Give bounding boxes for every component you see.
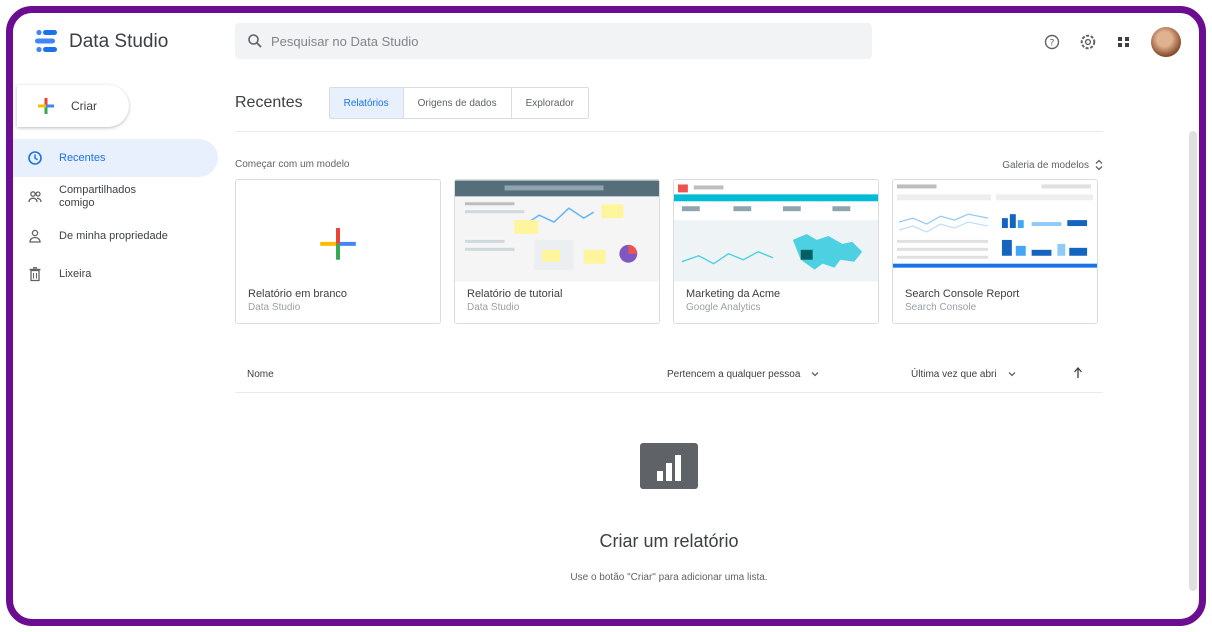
tab-relatorios[interactable]: Relatórios: [329, 88, 404, 118]
apps-grid-icon[interactable]: [1115, 33, 1133, 51]
create-button[interactable]: Criar: [17, 85, 129, 127]
acme-thumbnail: [674, 180, 878, 282]
templates-header: Começar com um modelo Galeria de modelos: [235, 159, 1103, 171]
app-title: Data Studio: [69, 31, 169, 52]
template-card-blank[interactable]: Relatório em branco Data Studio: [235, 179, 441, 324]
tutorial-thumbnail: [455, 180, 659, 282]
template-title: Relatório em branco: [248, 288, 348, 300]
settings-icon[interactable]: [1079, 33, 1097, 51]
template-title: Relatório de tutorial: [467, 288, 563, 300]
template-title: Marketing da Acme: [686, 288, 781, 300]
owner-filter-dropdown[interactable]: Pertencem a qualquer pessoa: [667, 369, 820, 380]
template-subtitle: Data Studio: [248, 302, 301, 313]
app-frame: Data Studio ?: [6, 6, 1206, 626]
create-label: Criar: [71, 99, 97, 113]
sidebar-item-label: Recentes: [59, 151, 106, 164]
search-console-thumbnail: [893, 180, 1097, 282]
section-title: Recentes: [235, 94, 303, 111]
last-opened-label: Última vez que abri: [911, 369, 997, 380]
report-list-header: Nome Pertencem a qualquer pessoa Última …: [235, 359, 1103, 393]
template-card-tutorial[interactable]: Relatório de tutorial Data Studio: [454, 179, 660, 324]
top-right-icons: ?: [1043, 27, 1181, 57]
sort-direction-icon[interactable]: [1073, 367, 1083, 382]
template-gallery-label: Galeria de modelos: [1002, 159, 1089, 171]
empty-state-title: Criar um relatório: [599, 531, 739, 551]
tab-origens-de-dados[interactable]: Origens de dados: [404, 88, 512, 118]
start-with-template-label: Começar com um modelo: [235, 159, 350, 170]
unfold-icon: [1095, 159, 1103, 171]
tab-explorador[interactable]: Explorador: [512, 88, 588, 118]
column-name[interactable]: Nome: [247, 369, 274, 380]
chevron-down-icon: [1008, 372, 1016, 377]
tab-group: Relatórios Origens de dados Explorador: [328, 87, 589, 119]
scrollbar[interactable]: [1189, 131, 1197, 591]
owner-filter-label: Pertencem a qualquer pessoa: [667, 369, 801, 380]
empty-state-subtitle: Use o botão "Criar" para adicionar uma l…: [570, 572, 768, 583]
sidebar-nav: Recentes Compartilhados comigo De minha …: [13, 139, 218, 293]
template-subtitle: Google Analytics: [686, 302, 761, 313]
empty-state: Criar um relatório Use o botão "Criar" p…: [235, 443, 1103, 583]
chevron-down-icon: [811, 372, 819, 377]
template-subtitle: Data Studio: [467, 302, 520, 313]
sidebar-item-compartilhados[interactable]: Compartilhados comigo: [13, 177, 218, 217]
sidebar-item-lixeira[interactable]: Lixeira: [13, 255, 218, 293]
people-icon: [28, 191, 42, 203]
search-bar[interactable]: [235, 23, 872, 59]
divider: [235, 131, 1103, 132]
bar-chart-icon: [640, 443, 698, 489]
sidebar-item-de-minha-propriedade[interactable]: De minha propriedade: [13, 217, 218, 255]
template-cards: Relatório em branco Data Studio Relatóri…: [235, 179, 1098, 324]
sidebar-item-label: Lixeira: [59, 267, 92, 280]
clock-icon: [28, 151, 42, 165]
template-subtitle: Search Console: [905, 302, 977, 313]
search-input[interactable]: [271, 33, 851, 49]
template-card-search-console[interactable]: Search Console Report Search Console: [892, 179, 1098, 324]
search-icon: [248, 34, 262, 48]
sidebar-item-label: De minha propriedade: [59, 229, 168, 242]
data-studio-logo-icon[interactable]: [33, 27, 61, 55]
template-gallery-toggle[interactable]: Galeria de modelos: [1002, 159, 1103, 171]
sidebar-item-recentes[interactable]: Recentes: [13, 139, 218, 177]
template-title: Search Console Report: [905, 288, 1020, 300]
avatar[interactable]: [1151, 27, 1181, 57]
main-header: Recentes Relatórios Origens de dados Exp…: [235, 87, 589, 119]
blank-report-plus-icon: [320, 228, 356, 260]
sidebar-item-label: Compartilhados comigo: [59, 184, 137, 209]
template-card-acme[interactable]: Marketing da Acme Google Analytics: [673, 179, 879, 324]
plus-colored-icon: [38, 98, 54, 114]
svg-text:?: ?: [1050, 39, 1055, 49]
top-bar: Data Studio ?: [13, 13, 1199, 69]
trash-icon: [29, 267, 41, 282]
help-icon[interactable]: ?: [1043, 33, 1061, 51]
person-icon: [29, 229, 41, 243]
last-opened-sort-dropdown[interactable]: Última vez que abri: [911, 369, 1017, 380]
